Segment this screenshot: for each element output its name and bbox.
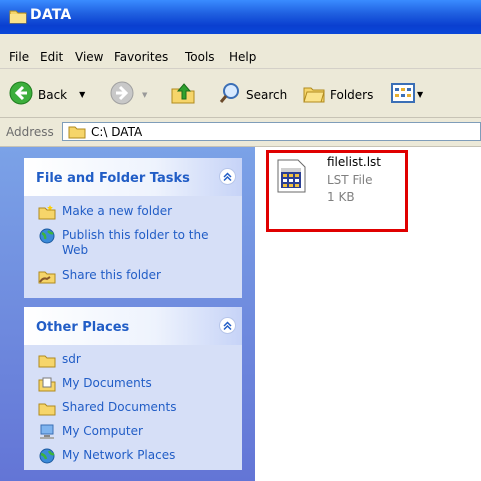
up-folder-button[interactable] — [170, 81, 196, 108]
address-input[interactable]: C:\ DATA — [62, 122, 481, 141]
file-item-filelist[interactable]: filelist.lst LST File 1 KB — [266, 150, 408, 232]
publish-web-icon — [38, 228, 56, 244]
other-places-title: Other Places — [36, 320, 130, 335]
folder-icon — [9, 8, 27, 27]
collapse-chevron-icon[interactable] — [219, 168, 236, 185]
file-tasks-title: File and Folder Tasks — [36, 171, 190, 186]
title-bar: DATA — [0, 0, 481, 34]
dropdown-arrow-icon[interactable]: ▼ — [142, 91, 147, 99]
place-label: sdr — [62, 352, 81, 366]
place-label: Shared Documents — [62, 400, 177, 414]
menu-file[interactable]: File — [9, 50, 29, 64]
lst-file-icon — [274, 159, 308, 196]
place-shared-documents[interactable]: Shared Documents — [38, 400, 176, 416]
menu-view[interactable]: View — [75, 50, 103, 64]
forward-arrow-icon — [110, 81, 134, 108]
place-sdr[interactable]: sdr — [38, 352, 81, 368]
place-label: My Network Places — [62, 448, 176, 462]
collapse-chevron-icon[interactable] — [219, 317, 236, 334]
place-label: My Documents — [62, 376, 152, 390]
folders-label: Folders — [330, 87, 374, 102]
folder-icon — [38, 352, 56, 368]
my-computer-icon — [38, 424, 56, 440]
file-tasks-panel: File and Folder Tasks Make a new folder … — [24, 158, 242, 298]
back-button[interactable]: Back ▼ — [9, 81, 85, 108]
back-arrow-icon — [9, 81, 33, 108]
place-label: My Computer — [62, 424, 143, 438]
task-make-new-folder[interactable]: Make a new folder — [38, 204, 172, 220]
menu-edit[interactable]: Edit — [40, 50, 63, 64]
other-places-panel: Other Places sdr My Documents Shared Doc… — [24, 307, 242, 470]
toolbar: Back ▼ ▼ Search Folders ▼ — [0, 69, 481, 118]
place-my-documents[interactable]: My Documents — [38, 376, 152, 392]
file-size: 1 KB — [327, 190, 355, 204]
search-button[interactable]: Search — [218, 81, 287, 108]
menu-favorites[interactable]: Favorites — [114, 50, 168, 64]
folder-icon — [38, 400, 56, 416]
window-title: DATA — [30, 7, 72, 23]
dropdown-arrow-icon[interactable]: ▼ — [417, 90, 423, 99]
share-folder-icon — [38, 268, 56, 284]
new-folder-icon — [38, 204, 56, 220]
folder-icon — [68, 124, 86, 142]
folders-icon — [302, 81, 326, 108]
task-share-folder[interactable]: Share this folder — [38, 268, 161, 284]
dropdown-arrow-icon[interactable]: ▼ — [79, 90, 85, 99]
network-places-icon — [38, 448, 56, 464]
search-label: Search — [246, 87, 288, 102]
address-label: Address — [6, 125, 54, 139]
menu-bar: File Edit View Favorites Tools Help — [0, 34, 481, 69]
address-bar: Address C:\ DATA — [0, 118, 481, 147]
file-type: LST File — [327, 173, 373, 187]
search-icon — [218, 81, 242, 108]
views-button[interactable]: ▼ — [390, 81, 423, 108]
views-icon — [390, 81, 416, 108]
back-label: Back — [38, 87, 68, 102]
task-label: Make a new folder — [62, 204, 173, 218]
place-my-computer[interactable]: My Computer — [38, 424, 143, 440]
forward-button[interactable]: ▼ — [110, 81, 147, 108]
file-tasks-header[interactable]: File and Folder Tasks — [24, 158, 242, 196]
my-documents-icon — [38, 376, 56, 392]
task-pane: File and Folder Tasks Make a new folder … — [0, 147, 255, 481]
address-path: C:\ DATA — [91, 125, 143, 139]
task-label: Share this folder — [62, 268, 161, 282]
task-label: Publish this folder to the Web — [62, 228, 209, 257]
up-folder-icon — [170, 81, 196, 108]
task-publish-folder[interactable]: Publish this folder to the Web — [38, 228, 228, 258]
menu-tools[interactable]: Tools — [185, 50, 215, 64]
place-my-network-places[interactable]: My Network Places — [38, 448, 175, 464]
folders-button[interactable]: Folders — [302, 81, 373, 108]
file-name: filelist.lst — [327, 155, 382, 169]
menu-help[interactable]: Help — [229, 50, 256, 64]
other-places-header[interactable]: Other Places — [24, 307, 242, 345]
